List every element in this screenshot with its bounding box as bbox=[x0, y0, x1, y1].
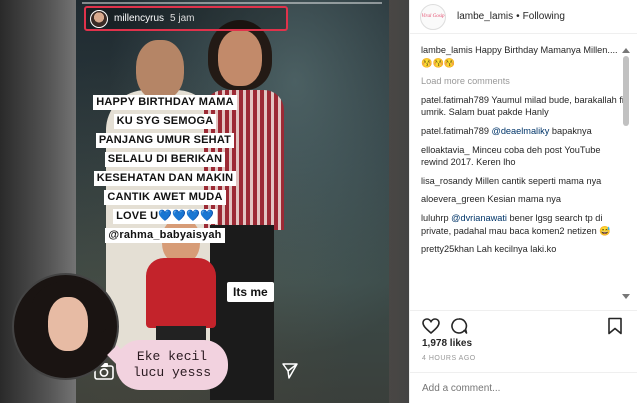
its-me-sticker: Its me bbox=[227, 282, 274, 302]
story-username: millencyrus bbox=[114, 13, 165, 24]
scroll-down-arrow[interactable] bbox=[622, 294, 630, 299]
caption-line: KESEHATAN DAN MAKIN bbox=[93, 171, 237, 186]
bubble-line: lucu yesss bbox=[132, 365, 211, 380]
following-button[interactable]: Following bbox=[523, 11, 565, 22]
comment-item: pretty25khan Lah kecilnya laki.ko bbox=[421, 243, 628, 256]
post-header: Viral Gosip lambe_lamis • Following bbox=[410, 0, 637, 34]
bookmark-icon[interactable] bbox=[606, 317, 624, 335]
comment-item: luluhrp @dvrianawati bener lgsg search t… bbox=[421, 212, 628, 237]
profile-photo-overlay bbox=[12, 273, 119, 380]
story-avatar bbox=[90, 9, 108, 28]
comment-username[interactable]: luluhrp bbox=[421, 213, 449, 223]
comment-item: patel.fatimah789 @deaelmaliky bapaknya bbox=[421, 125, 628, 138]
caption-line: PANJANG UMUR SEHAT bbox=[95, 133, 235, 148]
account-avatar[interactable]: Viral Gosip bbox=[420, 3, 446, 30]
story-header: millencyrus 5 jam bbox=[84, 6, 288, 31]
caption-line: HAPPY BIRTHDAY MAMA bbox=[93, 95, 237, 110]
comment-icon[interactable] bbox=[450, 317, 468, 335]
post-actions bbox=[410, 310, 637, 338]
caption-line: CANTIK AWET MUDA bbox=[104, 190, 226, 205]
post-time: 4 HOURS AGO bbox=[422, 355, 476, 362]
load-more-comments[interactable]: Load more comments bbox=[421, 75, 628, 88]
comment-item: patel.fatimah789 Yaumul milad bude, bara… bbox=[421, 94, 628, 119]
comments-scrollbar[interactable] bbox=[620, 34, 632, 310]
comment-text: Millen cantik seperti mama nya bbox=[472, 175, 602, 186]
bubble-line: Eke kecil bbox=[136, 349, 208, 364]
avatar-logo-text: Viral Gosip bbox=[421, 14, 445, 19]
account-username[interactable]: lambe_lamis bbox=[457, 11, 513, 22]
speech-bubble: Eke kecil lucu yesss bbox=[107, 340, 228, 390]
comment-item: elloaktavia_ Minceu coba deh post YouTub… bbox=[421, 144, 628, 169]
comment-item: lisa_rosandy Millen cantik seperti mama … bbox=[421, 175, 628, 188]
story-progress-bar bbox=[82, 2, 382, 4]
like-count[interactable]: 1,978 likes bbox=[422, 338, 472, 349]
add-comment-bar bbox=[410, 372, 637, 403]
birthday-caption: HAPPY BIRTHDAY MAMA KU SYG SEMOGA PANJAN… bbox=[90, 92, 240, 244]
comment-username[interactable]: aloevera_green bbox=[421, 194, 485, 204]
heart-icon[interactable] bbox=[422, 317, 440, 335]
story-time: 5 jam bbox=[170, 13, 195, 24]
comment-text: Kesian mama nya bbox=[484, 194, 561, 205]
comment-username[interactable]: lambe_lamis bbox=[421, 45, 473, 55]
comments-list: lambe_lamis Happy Birthday Mamanya Mille… bbox=[421, 44, 628, 302]
comment-mention[interactable]: @deaelmaliky bbox=[489, 126, 549, 136]
comment-mention[interactable]: @dvrianawati bbox=[449, 213, 507, 223]
scroll-thumb[interactable] bbox=[623, 56, 629, 126]
comment-username[interactable]: patel.fatimah789 bbox=[421, 95, 489, 105]
caption-line: KU SYG SEMOGA bbox=[113, 114, 217, 129]
comment-username[interactable]: elloaktavia_ bbox=[421, 145, 470, 155]
caption-line: LOVE U💙💙💙💙 bbox=[113, 209, 217, 224]
header-separator: • bbox=[516, 11, 520, 22]
comment-username[interactable]: patel.fatimah789 bbox=[421, 126, 489, 136]
post-media[interactable]: millencyrus 5 jam HAPPY BIRTHDAY MAMA KU… bbox=[0, 0, 409, 403]
caption-line: @rahma_babyaisyah bbox=[105, 228, 225, 243]
post-caption: lambe_lamis Happy Birthday Mamanya Mille… bbox=[421, 44, 628, 69]
send-icon bbox=[282, 363, 298, 379]
comment-text: bapaknya bbox=[549, 125, 592, 136]
comment-username[interactable]: lisa_rosandy bbox=[421, 176, 473, 186]
scroll-up-arrow[interactable] bbox=[622, 48, 630, 53]
post-sidebar: Viral Gosip lambe_lamis • Following lamb… bbox=[409, 0, 637, 403]
comment-text: Lah kecilnya laki.ko bbox=[474, 244, 557, 255]
caption-line: SELALU DI BERIKAN bbox=[104, 152, 226, 167]
comment-item: aloevera_green Kesian mama nya bbox=[421, 193, 628, 206]
comment-username[interactable]: pretty25khan bbox=[421, 244, 474, 254]
add-comment-input[interactable] bbox=[422, 382, 622, 394]
